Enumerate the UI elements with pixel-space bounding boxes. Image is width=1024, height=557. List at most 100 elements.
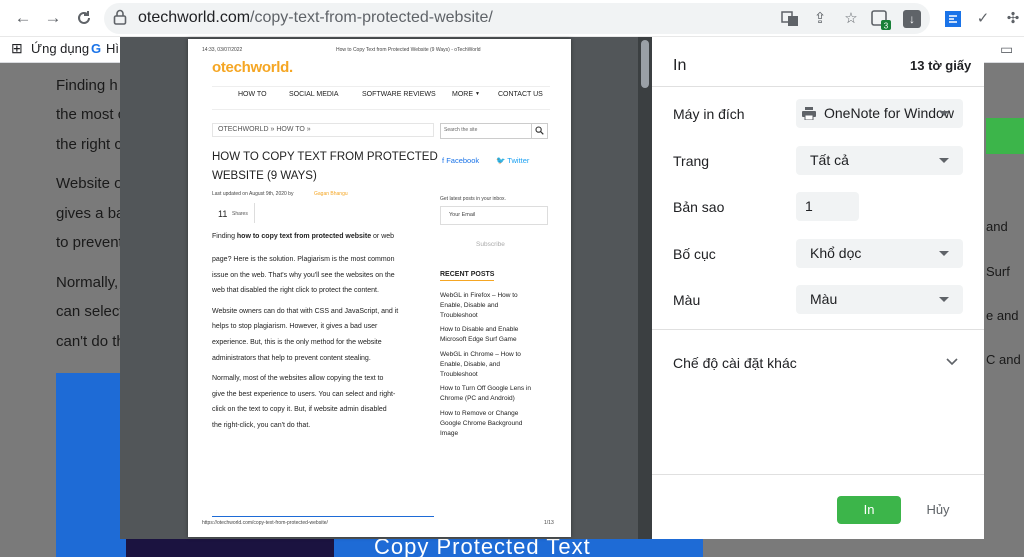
bookmark-apps[interactable]: Ứng dụng [31, 41, 89, 56]
preview-page: 14:33, 03/07/2022 How to Copy Text from … [188, 39, 571, 537]
preview-recent-post-line: Image [440, 429, 459, 437]
extension-badge-icon[interactable]: 3 [870, 8, 892, 31]
preview-scrollbar[interactable] [638, 37, 652, 539]
chevron-down-icon [939, 297, 949, 302]
preview-recent-post-line: Chrome (PC and Android) [440, 395, 515, 403]
destination-label: Máy in đích [673, 106, 745, 122]
translate-icon[interactable] [779, 8, 801, 30]
star-icon[interactable]: ☆ [840, 8, 862, 30]
layout-select[interactable]: Khổ dọc [796, 239, 963, 268]
more-settings-label: Chế độ cài đặt khác [673, 355, 797, 371]
preview-recent-post-line: Troubleshoot [440, 370, 478, 378]
pages-value: Tất cả [810, 152, 849, 168]
layout-value: Khổ dọc [810, 245, 862, 261]
apps-grid-icon[interactable]: ⊞ [11, 40, 23, 57]
folder-icon[interactable]: ▭ [1000, 41, 1013, 58]
color-label: Màu [673, 292, 701, 308]
preview-recent-post-line: Microsoft Edge Surf Game [440, 336, 517, 344]
preview-body-line: helps to stop plagiarism. However, it gi… [212, 323, 378, 331]
share-icon[interactable]: ⇪ [809, 8, 831, 30]
destination-value: OneNote for Window [824, 105, 954, 121]
preview-nav-item: SOFTWARE REVIEWS [362, 91, 436, 98]
bg-line: can't do th [56, 333, 125, 350]
preview-recent-post-line: Enable, Disable, and [440, 360, 500, 368]
preview-body-line: click on the text to copy it. But, if we… [212, 406, 387, 414]
panel-divider [652, 474, 984, 475]
back-button[interactable]: ← [12, 7, 34, 29]
google-icon: G [91, 41, 102, 56]
preview-nav-bar [212, 86, 550, 110]
copies-input[interactable]: 1 [796, 192, 859, 221]
preview-image-edge [212, 516, 434, 517]
preview-body-line: the right-click, you can't do that. [212, 421, 311, 429]
preview-logo: otechworld. [212, 59, 293, 76]
preview-twitter-label: Twitter [507, 156, 530, 165]
preview-nav-item: SOCIAL MEDIA [289, 91, 339, 98]
url-path: /copy-text-from-protected-website/ [250, 9, 493, 26]
preview-subscribe: Subscribe [476, 241, 505, 248]
bg-line: the most c [56, 106, 126, 123]
bg-green-banner [986, 118, 1024, 154]
preview-recent-post-line: Troubleshoot [440, 311, 478, 319]
facebook-icon: f [442, 156, 445, 165]
pages-select[interactable]: Tất cả [796, 146, 963, 175]
copies-value: 1 [805, 198, 813, 214]
pages-label: Trang [673, 153, 710, 169]
bookmark-google[interactable]: Hì [106, 41, 119, 56]
print-button[interactable]: In [837, 496, 901, 524]
preview-facebook-label: Facebook [446, 156, 480, 165]
preview-recent-post-line: WebGL in Chrome – How to [440, 350, 521, 358]
preview-footer-url: https://otechworld.com/copy-text-from-pr… [202, 520, 328, 526]
reload-button[interactable] [73, 7, 95, 29]
preview-body-line: Normally, most of the websites allow cop… [212, 375, 384, 383]
preview-header-title: How to Copy Text from Protected Website … [336, 47, 481, 53]
twitter-icon: 🐦 [496, 156, 506, 165]
destination-select[interactable]: OneNote for Window [796, 99, 963, 128]
preview-paragraph-lead: Finding how to copy text from protected … [212, 233, 394, 240]
bg-right-fragment: Surf [986, 264, 1010, 279]
bg-line: to prevent [56, 234, 123, 251]
bg-right-fragment: e and [986, 308, 1019, 323]
bg-right-fragment: and [986, 219, 1008, 234]
preview-nav-item: CONTACT US [498, 91, 543, 98]
puzzle-icon[interactable]: ✣ [1002, 8, 1024, 30]
bg-right-fragment: C and [986, 352, 1021, 367]
preview-recent-post-line: Enable, Disable and [440, 301, 499, 309]
preview-p1-pre: Finding [212, 233, 237, 240]
preview-recent-post-line: How to Turn Off Google Lens in [440, 385, 531, 393]
svg-text:3: 3 [884, 22, 889, 31]
preview-recent-heading: RECENT POSTS [440, 271, 495, 281]
panel-divider [652, 86, 984, 87]
check-icon[interactable]: ✓ [972, 8, 994, 30]
screenshot-extension-icon[interactable] [942, 8, 964, 30]
preview-body-line: page? Here is the solution. Plagiarism i… [212, 256, 395, 263]
preview-scrollbar-thumb[interactable] [641, 40, 649, 88]
preview-recent-post-line: Google Chrome Background [440, 419, 523, 427]
sheet-count: 13 tờ giấy [910, 58, 972, 73]
url-text[interactable]: otechworld.com/copy-text-from-protected-… [138, 7, 493, 29]
preview-nav-caret-icon: ▼ [475, 91, 480, 97]
cancel-button[interactable]: Hủy [910, 496, 966, 524]
preview-recent-post-line: How to Disable and Enable [440, 326, 519, 334]
preview-newsletter: Get latest posts in your inbox. [440, 196, 506, 202]
color-select[interactable]: Màu [796, 285, 963, 314]
chevron-down-icon [939, 251, 949, 256]
bg-line: the right c [56, 136, 122, 153]
bg-line: can select [56, 303, 124, 320]
printer-icon [802, 107, 816, 120]
layout-label: Bố cục [673, 246, 716, 262]
preview-email-placeholder: Your Email [449, 212, 476, 218]
preview-recent-list: WebGL in Firefox – How to Enable, Disable… [440, 291, 555, 443]
preview-nav-item: MORE [452, 91, 473, 98]
preview-p1-post: or web [371, 233, 395, 240]
preview-body-line: experience. But, this is the only method… [212, 338, 382, 346]
copies-label: Bản sao [673, 199, 725, 215]
lock-icon[interactable] [113, 9, 127, 25]
print-dialog-title: In [673, 57, 687, 74]
download-icon[interactable]: ↓ [903, 10, 921, 28]
preview-search-icon [535, 126, 544, 135]
forward-button[interactable]: → [42, 7, 64, 29]
preview-body-line: administrators that help to prevent cont… [212, 354, 371, 362]
preview-updated: Last updated on August 9th, 2020 by [212, 191, 294, 197]
preview-recent-post-line: How to Remove or Change [440, 409, 519, 417]
